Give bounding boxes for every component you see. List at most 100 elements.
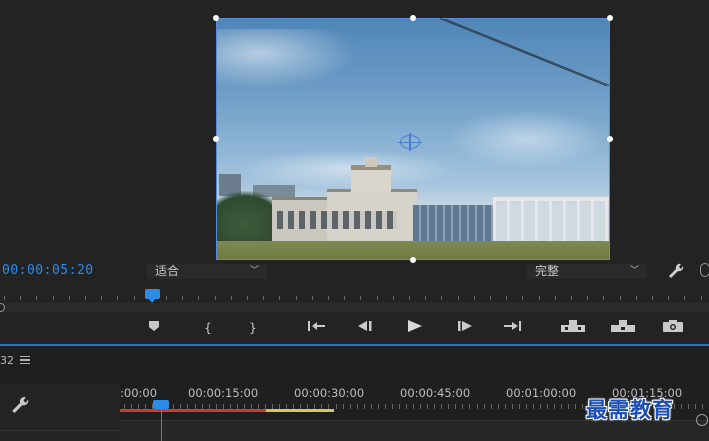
step-forward-button[interactable] bbox=[452, 319, 478, 337]
building-tower-top bbox=[365, 157, 377, 167]
ruler-tick bbox=[391, 404, 393, 409]
ruler-tick bbox=[525, 404, 527, 409]
extract-icon bbox=[611, 320, 635, 332]
ruler-label: 00:01:00:00 bbox=[506, 386, 577, 400]
ruler-label: 00:00:45:00 bbox=[400, 386, 471, 400]
ruler-tick bbox=[547, 404, 548, 409]
transform-handle-l[interactable] bbox=[213, 136, 219, 142]
ruler-tick bbox=[370, 404, 372, 409]
ruler-tick bbox=[497, 404, 499, 409]
add-marker-button[interactable] bbox=[141, 319, 167, 337]
camera-icon bbox=[663, 320, 683, 332]
zoom-fit-value: 适合 bbox=[155, 264, 180, 278]
ruler-tick bbox=[538, 296, 540, 300]
ruler-tick bbox=[568, 404, 570, 409]
ruler-tick bbox=[506, 296, 508, 300]
ruler-tick bbox=[441, 296, 443, 300]
playback-resolution-select[interactable]: 完整 ﹀ bbox=[527, 264, 647, 279]
anchor-point-icon[interactable] bbox=[398, 133, 422, 151]
ruler-tick bbox=[680, 404, 682, 409]
ruler-tick bbox=[4, 296, 5, 300]
ruler-tick bbox=[561, 404, 563, 409]
play-button[interactable] bbox=[401, 319, 427, 337]
step-back-icon bbox=[358, 321, 372, 331]
ruler-tick bbox=[52, 296, 54, 300]
transform-handle-t[interactable] bbox=[410, 15, 416, 21]
ruler-tick bbox=[652, 296, 653, 300]
ruler-tick bbox=[263, 296, 265, 300]
wrench-icon[interactable] bbox=[8, 395, 30, 417]
timeline-playhead-line bbox=[161, 409, 162, 441]
mark-in-button[interactable]: { bbox=[195, 319, 221, 337]
ruler-tick bbox=[20, 296, 22, 300]
ruler-label: 00:00:30:00 bbox=[294, 386, 365, 400]
ruler-tick bbox=[377, 404, 379, 409]
wrench-icon[interactable] bbox=[666, 262, 684, 282]
mark-out-button[interactable]: } bbox=[240, 319, 266, 337]
transform-handle-b[interactable] bbox=[410, 257, 416, 263]
glass-facade bbox=[413, 205, 493, 245]
ruler-tick bbox=[554, 404, 556, 409]
transform-handle-tl[interactable] bbox=[213, 15, 219, 21]
lift-button[interactable] bbox=[560, 319, 586, 337]
ruler-tick bbox=[575, 404, 577, 409]
cloud bbox=[237, 149, 457, 189]
scroll-handle[interactable] bbox=[0, 303, 5, 312]
ruler-tick bbox=[582, 404, 584, 409]
ruler-tick bbox=[457, 296, 459, 300]
export-frame-button[interactable] bbox=[660, 319, 686, 337]
ruler-tick bbox=[476, 404, 478, 409]
step-forward-icon bbox=[458, 321, 472, 331]
ruler-tick bbox=[214, 296, 216, 300]
steel-canopy bbox=[493, 197, 609, 243]
go-to-out-button[interactable] bbox=[500, 319, 526, 337]
ruler-tick bbox=[409, 296, 410, 300]
building-windows bbox=[277, 211, 397, 229]
monitor-zoom-scrollbar[interactable] bbox=[0, 303, 709, 312]
render-bar-red bbox=[120, 409, 266, 412]
ruler-tick bbox=[695, 404, 697, 409]
ruler-tick bbox=[688, 404, 689, 409]
ruler-tick bbox=[328, 296, 329, 300]
ruler-tick bbox=[518, 404, 520, 409]
ruler-tick bbox=[587, 296, 589, 300]
zoom-fit-select[interactable]: 适合 ﹀ bbox=[147, 264, 267, 279]
chevron-down-icon: ﹀ bbox=[629, 266, 639, 276]
ruler-tick bbox=[700, 296, 702, 300]
ruler-tick bbox=[434, 404, 436, 409]
ruler-label: 00:00:15:00 bbox=[188, 386, 259, 400]
ruler-tick bbox=[635, 296, 637, 300]
ruler-tick bbox=[603, 296, 605, 300]
monitor-playhead[interactable] bbox=[145, 289, 160, 303]
lift-icon bbox=[561, 320, 585, 332]
go-to-in-button[interactable] bbox=[304, 319, 330, 337]
ruler-tick bbox=[571, 296, 572, 300]
playhead-timecode[interactable]: 00:00:05:20 bbox=[2, 263, 94, 278]
extract-button[interactable] bbox=[610, 319, 636, 337]
cloud bbox=[217, 29, 357, 89]
ruler-tick bbox=[490, 296, 491, 300]
step-back-button[interactable] bbox=[352, 319, 378, 337]
ruler-tick bbox=[462, 404, 464, 409]
ruler-tick bbox=[166, 296, 167, 300]
building-tower bbox=[351, 165, 391, 193]
ruler-tick bbox=[441, 404, 443, 409]
ruler-tick bbox=[295, 296, 297, 300]
ruler-label: :00:00 bbox=[120, 386, 158, 400]
sequence-tab-label[interactable]: 32 bbox=[0, 354, 14, 367]
panel-menu-icon[interactable] bbox=[20, 356, 30, 364]
scroll-handle[interactable] bbox=[696, 414, 708, 426]
ruler-tick bbox=[117, 296, 119, 300]
transform-handle-r[interactable] bbox=[607, 136, 613, 142]
settings-edge-icon[interactable] bbox=[700, 263, 709, 277]
premiere-window: 00:00:05:20 适合 ﹀ 完整 ﹀ { } 32:00:00 00:0… bbox=[0, 0, 709, 441]
transform-handle-tr[interactable] bbox=[607, 15, 613, 21]
timeline-playhead[interactable] bbox=[153, 400, 169, 409]
ruler-tick bbox=[413, 404, 415, 409]
ruler-tick bbox=[342, 404, 344, 409]
ruler-tick bbox=[427, 404, 429, 409]
ruler-tick bbox=[230, 296, 232, 300]
ruler-tick bbox=[684, 296, 686, 300]
ruler-tick bbox=[344, 296, 346, 300]
ruler-tick bbox=[539, 404, 541, 409]
